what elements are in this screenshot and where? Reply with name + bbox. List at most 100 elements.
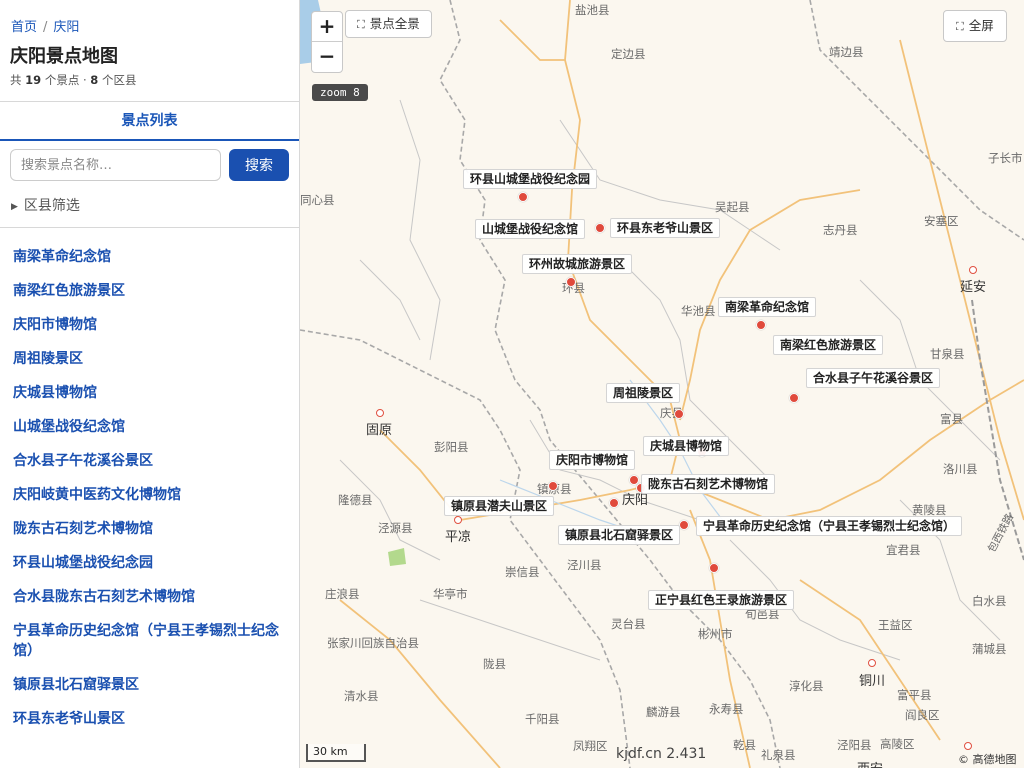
city-label: 固原 [366, 423, 393, 438]
place-label: 千阳县 [525, 712, 560, 726]
place-label: 凤翔区 [573, 739, 608, 753]
spot-label[interactable]: 镇原县北石窟驿景区 [558, 525, 681, 545]
place-label: 吴起县 [715, 200, 750, 214]
spot-marker[interactable] [518, 192, 528, 202]
search-input[interactable] [10, 149, 221, 181]
spot-label[interactable]: 南梁革命纪念馆 [718, 297, 817, 317]
district-filter-toggle[interactable]: ▶ 区县筛选 [11, 195, 80, 215]
place-label: 高陵区 [880, 737, 915, 751]
city-dot [376, 409, 384, 417]
overview-button[interactable]: ⛶ 景点全景 [345, 10, 432, 38]
spot-list-item[interactable]: 环县山城堡战役纪念园 [0, 546, 299, 580]
place-label: 崇信县 [505, 565, 540, 579]
spot-label[interactable]: 合水县子午花溪谷景区 [806, 368, 941, 388]
place-label: 泾川县 [567, 558, 602, 572]
spot-list: 南梁革命纪念馆 南梁红色旅游景区 庆阳市博物馆 周祖陵景区 庆城县博物馆 山城堡战役纪念馆… [0, 240, 299, 736]
spot-label[interactable]: 陇东古石刻艺术博物馆 [641, 474, 776, 494]
place-label: 麟游县 [646, 705, 681, 719]
breadcrumb-separator: / [43, 20, 48, 35]
breadcrumb-current-link[interactable]: 庆阳 [53, 20, 79, 35]
spot-list-item[interactable]: 庆阳市博物馆 [0, 308, 299, 342]
spot-label[interactable]: 宁县革命历史纪念馆（宁县王孝锡烈士纪念馆） [696, 516, 963, 536]
place-label: 白水县 [972, 594, 1007, 608]
place-label: 庄浪县 [325, 587, 360, 601]
place-label: 清水县 [344, 689, 379, 703]
spot-label[interactable]: 环州故城旅游景区 [522, 254, 633, 274]
place-label: 华亭市 [433, 587, 468, 601]
place-label: 王益区 [878, 618, 913, 632]
place-label: 甘泉县 [930, 347, 965, 361]
spot-marker[interactable] [756, 320, 766, 330]
fullscreen-button[interactable]: ⛶ 全屏 [943, 10, 1007, 42]
fullscreen-button-label: 全屏 [968, 18, 994, 33]
spot-list-item[interactable]: 镇原县北石窟驿景区 [0, 668, 299, 702]
spot-list-item[interactable]: 环县东老爷山景区 [0, 702, 299, 736]
place-label: 定边县 [611, 47, 646, 61]
spot-label[interactable]: 南梁红色旅游景区 [773, 335, 884, 355]
spot-list-item[interactable]: 合水县子午花溪谷景区 [0, 444, 299, 478]
place-label: 蒲城县 [972, 642, 1007, 656]
stats-dot: · [82, 73, 87, 87]
spot-list-item[interactable]: 陇东古石刻艺术博物馆 [0, 512, 299, 546]
city-label: 铜川 [859, 674, 886, 689]
overview-button-label: 景点全景 [369, 16, 420, 31]
district-filter-label: 区县筛选 [23, 198, 80, 214]
spot-list-item[interactable]: 庆阳岐黄中医药文化博物馆 [0, 478, 299, 512]
place-label: 同心县 [300, 193, 335, 207]
spot-label[interactable]: 镇原县潜夫山景区 [444, 496, 555, 516]
place-label: 隆德县 [338, 493, 373, 507]
spot-list-item[interactable]: 南梁红色旅游景区 [0, 274, 299, 308]
spot-label[interactable]: 山城堡战役纪念馆 [475, 219, 586, 239]
spot-marker[interactable] [709, 563, 719, 573]
breadcrumb-home-link[interactable]: 首页 [11, 20, 37, 35]
spot-label[interactable]: 庆城县博物馆 [643, 436, 730, 456]
place-label: 阎良区 [905, 708, 940, 722]
spot-list-item[interactable]: 合水县陇东古石刻艺术博物馆 [0, 580, 299, 614]
place-label: 富县 [940, 412, 963, 426]
zoom-control: + − [311, 11, 343, 73]
map-view[interactable]: 盐池县 定边县 靖边县 子长市 同心县 吴起县 安塞区 志丹县 延安 环县 华池… [300, 0, 1024, 768]
zoom-in-button[interactable]: + [312, 12, 342, 42]
spot-marker[interactable] [789, 393, 799, 403]
city-dot [969, 266, 977, 274]
spot-label[interactable]: 正宁县红色王录旅游景区 [648, 590, 795, 610]
search-button[interactable]: 搜索 [229, 149, 289, 181]
city-label: 西安 [857, 758, 883, 768]
spot-label[interactable]: 环县东老爷山景区 [610, 218, 721, 238]
place-label: 安塞区 [924, 214, 959, 228]
zoom-out-button[interactable]: − [312, 42, 342, 72]
district-unit: 个区县 [101, 73, 137, 87]
place-label: 灵台县 [611, 617, 646, 631]
spot-marker[interactable] [674, 409, 684, 419]
spot-list-item[interactable]: 庆城县博物馆 [0, 376, 299, 410]
tab-spot-list[interactable]: 景点列表 [0, 102, 299, 140]
city-dot [868, 659, 876, 667]
place-label: 富平县 [897, 688, 932, 702]
watermark: kjdf.cn 2.431 [616, 746, 707, 762]
triangle-right-icon: ▶ [11, 202, 18, 212]
place-label: 张家川回族自治县 [327, 636, 419, 650]
spot-list-item[interactable]: 周祖陵景区 [0, 342, 299, 376]
spot-unit: 个景点 [44, 73, 80, 87]
place-label: 泾源县 [378, 521, 413, 535]
divider [0, 227, 299, 228]
spot-label[interactable]: 周祖陵景区 [606, 383, 681, 403]
place-label: 彬州市 [698, 627, 733, 641]
city-dot [454, 516, 462, 524]
spot-list-item[interactable]: 山城堡战役纪念馆 [0, 410, 299, 444]
spot-marker[interactable] [548, 481, 558, 491]
place-label: 淳化县 [789, 679, 824, 693]
spot-marker[interactable] [595, 223, 605, 233]
place-label: 志丹县 [823, 223, 858, 237]
spot-label[interactable]: 环县山城堡战役纪念园 [463, 169, 598, 189]
place-label: 泾阳县 [837, 738, 872, 752]
expand-icon: ⛶ [357, 18, 365, 31]
place-label: 永寿县 [709, 702, 744, 716]
spot-list-item[interactable]: 宁县革命历史纪念馆（宁县王孝锡烈士纪念馆） [0, 614, 299, 668]
spot-label[interactable]: 庆阳市博物馆 [549, 450, 636, 470]
spot-marker[interactable] [609, 498, 619, 508]
spot-marker[interactable] [566, 277, 576, 287]
spot-count: 19 [25, 73, 42, 87]
spot-list-item[interactable]: 南梁革命纪念馆 [0, 240, 299, 274]
spot-marker[interactable] [679, 520, 689, 530]
